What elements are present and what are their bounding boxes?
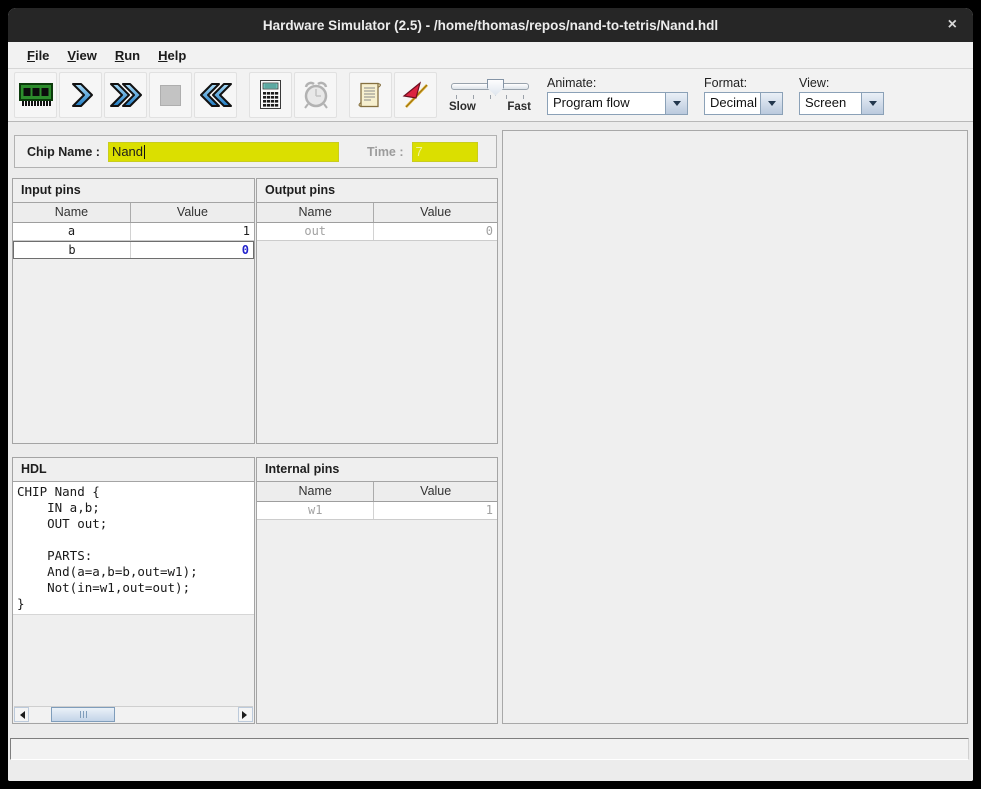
reset-button[interactable] (194, 72, 237, 118)
slider-ticks (449, 94, 531, 99)
title-bar: Hardware Simulator (2.5) - /home/thomas/… (8, 8, 973, 42)
hdl-panel: HDL CHIP Nand { IN a,b; OUT out; PARTS: … (12, 457, 255, 724)
output-pins-title: Output pins (257, 179, 497, 203)
chevron-down-icon (760, 93, 782, 114)
breakpoints-button[interactable] (394, 72, 437, 118)
script-button[interactable] (349, 72, 392, 118)
scrollbar-track[interactable] (29, 707, 238, 722)
menu-run[interactable]: Run (106, 46, 149, 65)
menu-file[interactable]: File (18, 46, 58, 65)
text-caret (144, 145, 145, 159)
single-step-icon (66, 80, 96, 110)
internal-pins-title: Internal pins (257, 458, 497, 482)
animate-label: Animate: (547, 76, 688, 90)
menu-bar: File View Run Help (8, 42, 973, 69)
calculator-icon (257, 79, 285, 112)
input-pins-panel: Input pins Name Value a 1 b 0 (12, 178, 255, 444)
hdl-title: HDL (13, 458, 254, 482)
view-label: View: (799, 76, 884, 90)
main-window: Hardware Simulator (2.5) - /home/thomas/… (8, 8, 973, 781)
close-button[interactable]: × (948, 8, 957, 42)
view-value: Screen (800, 93, 861, 114)
content-area: Chip Name : Nand Time : 7 Input pins Nam… (8, 122, 973, 781)
output-pins-panel: Output pins Name Value out 0 (256, 178, 498, 444)
output-pins-header: Name Value (257, 203, 497, 223)
format-select[interactable]: Decimal (704, 92, 783, 115)
clock-icon (300, 79, 332, 111)
table-row: a 1 (13, 223, 254, 241)
eval-button[interactable] (249, 72, 292, 118)
table-row: w1 1 (257, 502, 497, 520)
hdl-horizontal-scrollbar (14, 706, 253, 722)
format-label: Format: (704, 76, 783, 90)
memory-chip-icon (17, 81, 55, 109)
stop-button[interactable] (149, 72, 192, 118)
screen-display-panel (502, 130, 968, 724)
chip-name-bar: Chip Name : Nand Time : 7 (14, 135, 497, 168)
animate-select[interactable]: Program flow (547, 92, 688, 115)
status-bar (10, 738, 969, 760)
chip-name-input[interactable]: Nand (108, 142, 339, 162)
chip-name-label: Chip Name : (27, 145, 100, 159)
single-step-button[interactable] (59, 72, 102, 118)
internal-pins-panel: Internal pins Name Value w1 1 (256, 457, 498, 724)
slider-slow-label: Slow (449, 101, 476, 113)
app-frame: Hardware Simulator (2.5) - /home/thomas/… (0, 0, 981, 789)
flag-icon (400, 80, 432, 110)
clock-button[interactable] (294, 72, 337, 118)
chevron-down-icon (861, 93, 883, 114)
menu-help[interactable]: Help (149, 46, 195, 65)
animate-value: Program flow (548, 93, 665, 114)
time-label: Time : (367, 145, 404, 159)
slider-fast-label: Fast (507, 101, 531, 113)
script-icon (355, 80, 387, 110)
run-button[interactable] (104, 72, 147, 118)
window-title: Hardware Simulator (2.5) - /home/thomas/… (263, 18, 718, 33)
speed-slider: Slow Fast (449, 78, 531, 113)
scrollbar-thumb[interactable] (51, 707, 115, 722)
format-value: Decimal (705, 93, 760, 114)
load-chip-button[interactable] (14, 72, 57, 118)
menu-view[interactable]: View (58, 46, 105, 65)
time-field: 7 (412, 142, 478, 162)
slider-thumb[interactable] (487, 79, 504, 96)
stop-icon (160, 85, 181, 106)
table-row: b 0 (13, 241, 254, 259)
table-row: out 0 (257, 223, 497, 241)
scroll-right-button[interactable] (238, 707, 253, 722)
internal-pins-header: Name Value (257, 482, 497, 502)
scroll-left-button[interactable] (14, 707, 29, 722)
toolbar: Slow Fast Animate: Program flow Format: … (8, 69, 973, 122)
hdl-code-view[interactable]: CHIP Nand { IN a,b; OUT out; PARTS: And(… (13, 482, 254, 615)
input-pins-title: Input pins (13, 179, 254, 203)
chevron-down-icon (665, 93, 687, 114)
input-pins-header: Name Value (13, 203, 254, 223)
reset-icon (198, 80, 234, 110)
run-icon (108, 80, 144, 110)
view-select[interactable]: Screen (799, 92, 884, 115)
